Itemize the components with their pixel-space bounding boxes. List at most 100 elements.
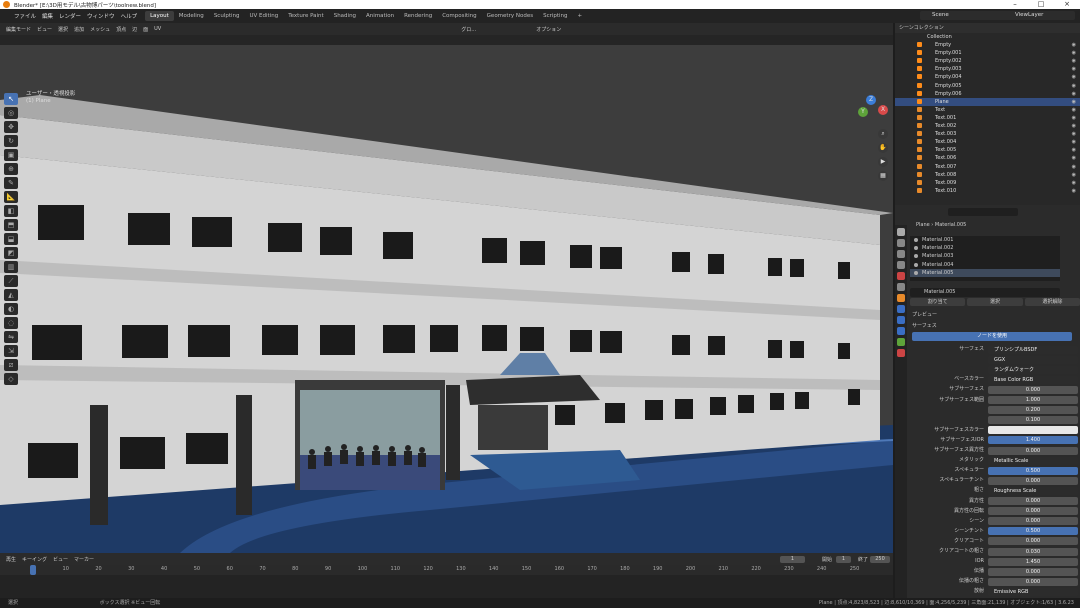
eye-icon[interactable]: ◉ bbox=[1072, 57, 1076, 65]
material-slot[interactable]: Material.004 bbox=[910, 261, 1060, 269]
property-field[interactable]: 0.000 bbox=[988, 497, 1078, 505]
3d-viewport[interactable]: ユーザー・透視投影 (1) Plane ↖ ◎ ✥ ↻ ▣ ⊕ ✎ 📐 ◧ ⬒ … bbox=[0, 45, 893, 553]
viewport-menu-item[interactable]: 辺 bbox=[132, 26, 137, 33]
eye-icon[interactable]: ◉ bbox=[1072, 171, 1076, 179]
property-field[interactable]: ランダムウォーク bbox=[988, 365, 1078, 374]
property-field[interactable]: 0.000 bbox=[988, 446, 1078, 455]
menu-item[interactable]: 編集 bbox=[42, 12, 53, 20]
physics-tab-icon[interactable] bbox=[897, 327, 905, 335]
viewport-menu-item[interactable]: 選択 bbox=[58, 26, 68, 33]
property-field[interactable]: 0.200 bbox=[988, 406, 1078, 415]
viewport-menu-item[interactable]: ビュー bbox=[37, 26, 52, 33]
camera-icon[interactable]: ▶ bbox=[878, 157, 888, 167]
current-frame-field[interactable]: 1 bbox=[780, 556, 805, 563]
collection-row[interactable]: Collection bbox=[895, 33, 1080, 41]
select-tool-icon[interactable]: ↖ bbox=[4, 93, 18, 105]
outliner-item[interactable]: Text.002 ◉ bbox=[895, 122, 1080, 130]
eye-icon[interactable]: ◉ bbox=[1072, 90, 1076, 98]
outliner-item[interactable]: Text.007 ◉ bbox=[895, 163, 1080, 171]
tool-tab-icon[interactable] bbox=[897, 228, 905, 236]
tab-workspace[interactable]: Rendering bbox=[399, 11, 437, 21]
outliner-item[interactable]: Text.010 ◉ bbox=[895, 187, 1080, 195]
property-field[interactable]: 0.000 bbox=[988, 567, 1078, 576]
tab-workspace[interactable]: + bbox=[573, 11, 588, 21]
measure-tool-icon[interactable]: 📐 bbox=[4, 191, 18, 203]
viewport-menu-item[interactable]: メッシュ bbox=[90, 26, 110, 33]
outliner-item[interactable]: Empty.005 ◉ bbox=[895, 82, 1080, 90]
material-slot[interactable]: Material.002 bbox=[910, 244, 1060, 252]
property-field[interactable]: 0.030 bbox=[988, 547, 1078, 556]
property-field[interactable]: 1.000 bbox=[988, 396, 1078, 404]
tab-workspace[interactable]: UV Editing bbox=[245, 11, 284, 21]
outliner-item[interactable]: Plane ◉ bbox=[895, 97, 1080, 106]
transform-tool-icon[interactable]: ⊕ bbox=[4, 163, 18, 175]
property-field[interactable]: Metallic Scale bbox=[988, 456, 1078, 465]
viewport-option[interactable]: グロ… bbox=[461, 26, 476, 33]
move-tool-icon[interactable]: ✥ bbox=[4, 121, 18, 133]
scene-tab-icon[interactable] bbox=[897, 272, 905, 280]
property-field[interactable]: 0.000 bbox=[988, 476, 1078, 485]
shear-tool-icon[interactable]: ⧄ bbox=[4, 359, 18, 371]
viewport-option[interactable]: オプション bbox=[536, 26, 561, 33]
axis-y-icon[interactable]: Y bbox=[858, 107, 868, 117]
outliner-item[interactable]: Empty.001 ◉ bbox=[895, 49, 1080, 57]
property-field[interactable]: 0.000 bbox=[988, 537, 1078, 546]
rip-tool-icon[interactable]: ◇ bbox=[4, 373, 18, 385]
property-field[interactable]: 0.000 bbox=[988, 577, 1078, 586]
tab-workspace[interactable]: Shading bbox=[329, 11, 361, 21]
outliner-item[interactable]: Text.006 ◉ bbox=[895, 154, 1080, 162]
tab-workspace[interactable]: Scripting bbox=[538, 11, 572, 21]
minimize-icon[interactable]: – bbox=[1002, 0, 1028, 9]
shrink-tool-icon[interactable]: ⇲ bbox=[4, 345, 18, 357]
preview-section[interactable]: プレビュー bbox=[912, 311, 937, 318]
timeline-menu-item[interactable]: マーカー bbox=[74, 556, 94, 563]
scale-tool-icon[interactable]: ▣ bbox=[4, 149, 18, 161]
eye-icon[interactable]: ◉ bbox=[1072, 154, 1076, 162]
property-field[interactable]: 0.100 bbox=[988, 416, 1078, 425]
timeline-ruler[interactable]: 1102030405060708090100110120130140150160… bbox=[0, 565, 893, 575]
pan-icon[interactable]: ✋ bbox=[878, 143, 888, 153]
material-action-button[interactable]: 割り当て bbox=[910, 298, 966, 306]
material-name-field[interactable]: Material.005 bbox=[910, 288, 1060, 297]
material-action-button[interactable]: 選択解除 bbox=[1024, 298, 1080, 306]
outliner-item[interactable]: Text.009 ◉ bbox=[895, 179, 1080, 187]
eye-icon[interactable]: ◉ bbox=[1072, 98, 1076, 106]
outliner-item[interactable]: Text.001 ◉ bbox=[895, 114, 1080, 122]
spin-tool-icon[interactable]: ◐ bbox=[4, 303, 18, 315]
poly-build-tool-icon[interactable]: ◭ bbox=[4, 289, 18, 301]
property-field[interactable]: 0.500 bbox=[988, 527, 1078, 536]
axis-x-icon[interactable]: X bbox=[878, 105, 888, 115]
eye-icon[interactable]: ◉ bbox=[1072, 73, 1076, 81]
outliner-item[interactable]: Text.003 ◉ bbox=[895, 130, 1080, 138]
menu-item[interactable]: ヘルプ bbox=[121, 12, 138, 20]
use-nodes-button[interactable]: ノードを使用 bbox=[912, 332, 1072, 341]
outliner-item[interactable]: Text.005 ◉ bbox=[895, 146, 1080, 154]
outliner-item[interactable]: Text ◉ bbox=[895, 106, 1080, 114]
data-tab-icon[interactable] bbox=[897, 338, 905, 346]
tab-workspace[interactable]: Sculpting bbox=[209, 11, 245, 21]
property-field[interactable]: Emissive RGB bbox=[988, 587, 1078, 596]
object-tab-icon[interactable] bbox=[897, 294, 905, 302]
viewport-menu-item[interactable]: UV bbox=[154, 26, 161, 32]
property-field[interactable]: Base Color RGB bbox=[988, 375, 1078, 384]
timeline-menu-item[interactable]: ビュー bbox=[53, 556, 68, 563]
material-tab-icon[interactable] bbox=[897, 349, 905, 357]
menu-item[interactable]: ファイル bbox=[14, 12, 36, 20]
property-field[interactable]: Roughness Scale bbox=[988, 486, 1078, 495]
render-tab-icon[interactable] bbox=[897, 239, 905, 247]
tab-workspace[interactable]: Geometry Nodes bbox=[482, 11, 538, 21]
menu-item[interactable]: レンダー bbox=[59, 12, 81, 20]
property-field[interactable]: 0.000 bbox=[988, 385, 1078, 394]
eye-icon[interactable]: ◉ bbox=[1072, 65, 1076, 73]
maximize-icon[interactable]: □ bbox=[1028, 0, 1054, 9]
tab-workspace[interactable]: Layout bbox=[145, 11, 174, 21]
add-cube-tool-icon[interactable]: ◧ bbox=[4, 205, 18, 217]
outliner-item[interactable]: Text.004 ◉ bbox=[895, 138, 1080, 146]
eye-icon[interactable]: ◉ bbox=[1072, 114, 1076, 122]
viewport-menu-item[interactable]: 追加 bbox=[74, 26, 84, 33]
outliner-item[interactable]: Empty.004 ◉ bbox=[895, 73, 1080, 81]
axis-z-icon[interactable]: Z bbox=[866, 95, 876, 105]
eye-icon[interactable]: ◉ bbox=[1072, 179, 1076, 187]
menu-item[interactable]: ウィンドウ bbox=[87, 12, 115, 20]
eye-icon[interactable]: ◉ bbox=[1072, 130, 1076, 138]
